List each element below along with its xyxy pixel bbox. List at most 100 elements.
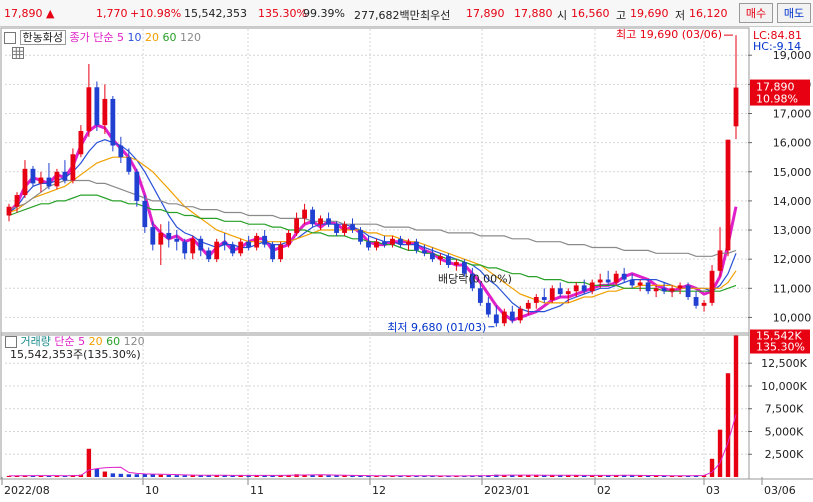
candle-body bbox=[581, 285, 587, 292]
volume-bar bbox=[94, 468, 100, 477]
current-pct-tag-value: 10.98% bbox=[756, 93, 798, 106]
ma-period-120[interactable]: 120 bbox=[176, 31, 201, 44]
candle-body bbox=[653, 288, 659, 292]
candle-body bbox=[709, 270, 715, 303]
volume-bar bbox=[158, 474, 163, 477]
ma-period-60[interactable]: 60 bbox=[159, 31, 176, 44]
candle-body bbox=[38, 177, 44, 184]
candle-body bbox=[342, 224, 347, 233]
time-tick-label: 2023/01 bbox=[484, 484, 530, 497]
volume-bar bbox=[166, 474, 171, 477]
price-tick-label: 13,000 bbox=[773, 224, 812, 237]
candle-body bbox=[613, 273, 619, 283]
candle-body bbox=[565, 291, 571, 295]
candle-body bbox=[453, 262, 459, 265]
candle-body bbox=[541, 297, 547, 300]
settings-icon[interactable] bbox=[4, 32, 16, 44]
price-panel-border bbox=[0, 27, 750, 336]
quote-bar: 17,890 ▲ 1,770 +10.98% 15,542,353 135.30… bbox=[0, 0, 813, 27]
candle-body bbox=[214, 241, 220, 260]
price-legend: 한농화성 종가 단순 5 10 20 60 120 bbox=[4, 29, 201, 45]
volume-bar bbox=[717, 429, 723, 477]
ma-period-20[interactable]: 20 bbox=[141, 31, 159, 44]
candle-body bbox=[390, 238, 395, 245]
candle-body bbox=[134, 171, 140, 201]
candle-body bbox=[94, 87, 100, 126]
candle-body bbox=[374, 241, 379, 248]
candle-body bbox=[485, 302, 491, 315]
candle-body bbox=[597, 279, 603, 283]
chart-area[interactable]: 최고 19,690 (03/06) 최저 9,680 (01/03) 배당락(0.0… bbox=[0, 27, 813, 502]
candle-body bbox=[14, 195, 20, 207]
volume-bar bbox=[326, 475, 331, 477]
volume-tick-label: 7,500K bbox=[765, 403, 804, 416]
candle-body bbox=[54, 171, 60, 187]
candle-body bbox=[549, 288, 555, 300]
open-label: 시 bbox=[557, 9, 568, 22]
ma-period-10[interactable]: 10 bbox=[124, 31, 141, 44]
time-tick-label: 12 bbox=[372, 484, 386, 497]
price-tick-label: 10,000 bbox=[773, 311, 812, 324]
candle-body bbox=[422, 250, 427, 254]
volume-tick-label: 12,500K bbox=[761, 357, 807, 370]
time-tick-label: 02 bbox=[597, 484, 611, 497]
candle-body bbox=[677, 285, 683, 289]
candle-body bbox=[70, 154, 76, 181]
hc-label: HC:-9.14 bbox=[753, 40, 801, 53]
volume-bar bbox=[102, 471, 108, 477]
volume-bar bbox=[150, 474, 155, 477]
best-ask: 17,890 bbox=[466, 7, 505, 20]
candle-body bbox=[46, 177, 52, 187]
volume-bar bbox=[182, 475, 187, 477]
candle-body bbox=[142, 200, 148, 228]
grid-toggle-icon[interactable] bbox=[12, 47, 24, 59]
time-tick-label: 2022/08 bbox=[4, 484, 50, 497]
strength-value: 99.39% bbox=[303, 7, 345, 20]
candle-body bbox=[725, 139, 731, 251]
ma-line-10 bbox=[8, 139, 737, 313]
dividend-annotation: 배당락(0.00%) bbox=[438, 272, 512, 285]
volume-bar bbox=[126, 474, 132, 477]
current-price: 17,890 bbox=[4, 7, 43, 20]
candle-body bbox=[406, 241, 411, 245]
candle-body bbox=[661, 288, 667, 292]
open-value: 16,560 bbox=[571, 7, 610, 20]
ma-period-5[interactable]: 5 bbox=[117, 31, 124, 44]
stock-name[interactable]: 한농화성 bbox=[19, 30, 66, 45]
candle-body bbox=[110, 98, 116, 146]
price-tick-label: 11,000 bbox=[773, 282, 812, 295]
best-quote-label: 최우선 bbox=[420, 9, 451, 22]
candle-body bbox=[318, 218, 323, 225]
volume-ratio: 135.30% bbox=[258, 7, 307, 20]
candle-body bbox=[286, 232, 292, 245]
candle-body bbox=[533, 297, 539, 303]
candle-body bbox=[302, 209, 307, 219]
time-tick-label: 03 bbox=[706, 484, 720, 497]
volume-bar bbox=[334, 475, 339, 477]
candle-body bbox=[334, 224, 339, 233]
candle-body bbox=[174, 238, 180, 242]
candle-body bbox=[230, 244, 236, 254]
candle-body bbox=[78, 130, 84, 155]
volume-bar bbox=[733, 335, 739, 477]
volume-bar bbox=[709, 458, 715, 477]
candle-body bbox=[573, 285, 579, 292]
candle-body bbox=[6, 206, 12, 216]
candle-body bbox=[350, 224, 355, 231]
candle-body bbox=[126, 157, 132, 172]
candle-body bbox=[166, 232, 172, 239]
candle-body bbox=[605, 279, 611, 283]
trade-value: 277,682백만 bbox=[354, 9, 420, 22]
sell-button[interactable]: 매도 bbox=[777, 3, 811, 23]
low-label: 저 bbox=[675, 9, 686, 22]
candle-body bbox=[645, 282, 651, 292]
candle-body bbox=[366, 241, 371, 248]
grid-glyph-icon bbox=[13, 48, 23, 58]
volume-bar bbox=[725, 373, 731, 477]
candle-body bbox=[669, 288, 675, 292]
candle-body bbox=[629, 279, 635, 286]
buy-button[interactable]: 매수 bbox=[739, 3, 773, 23]
candle-body bbox=[621, 273, 627, 280]
time-tick-label: 10 bbox=[145, 484, 159, 497]
candle-body bbox=[118, 145, 124, 158]
